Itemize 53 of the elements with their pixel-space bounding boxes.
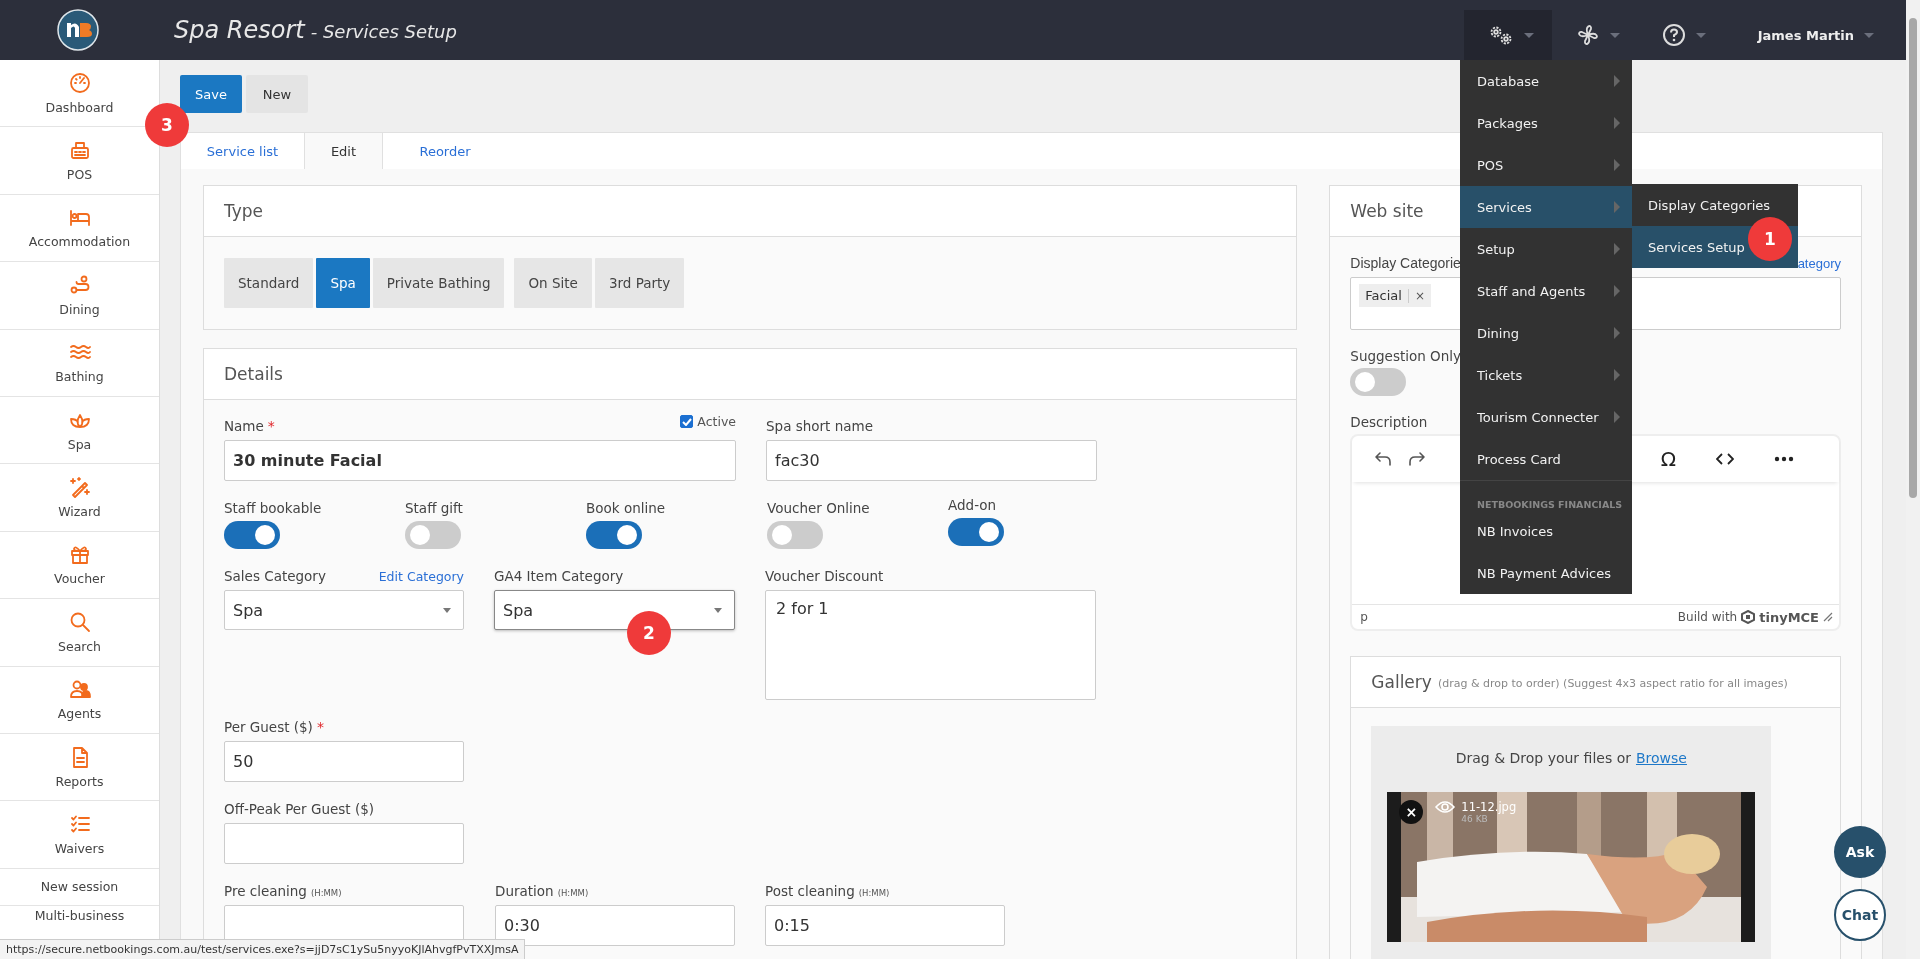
field-label: Duration xyxy=(495,883,554,899)
field-label: Post cleaning xyxy=(765,883,855,899)
drop-text: Drag & Drop your files or xyxy=(1455,750,1631,766)
field-label: Display Categorie xyxy=(1350,255,1461,271)
field-label: Name xyxy=(224,418,264,434)
field-label: Staff bookable xyxy=(224,500,323,516)
sidebar-label: Waivers xyxy=(54,841,105,856)
brand-name: tinyMCE xyxy=(1759,609,1819,625)
tag-label: Facial xyxy=(1365,288,1402,303)
panel-title: Details xyxy=(224,364,283,384)
field-label: Off-Peak Per Guest ($) xyxy=(224,801,375,817)
field-label: Description xyxy=(1350,414,1428,430)
page-title: - Services Setup xyxy=(310,21,457,42)
sidebar-label: POS xyxy=(66,167,93,183)
sidebar-label: Search xyxy=(58,638,101,654)
format-hint: (H:MM) xyxy=(310,888,342,898)
sidebar-label: Reports xyxy=(55,773,104,789)
field-label: Suggestion Only xyxy=(1350,348,1461,364)
sidebar-label: Bathing xyxy=(55,369,104,385)
file-size: 46 KB xyxy=(1461,814,1489,824)
sidebar-label: Dining xyxy=(59,301,100,317)
sidebar-label: Dashboard xyxy=(45,99,114,115)
app-title: Spa Resort xyxy=(174,16,305,44)
sidebar-label: Voucher xyxy=(54,571,105,587)
sidebar-label: Spa xyxy=(67,436,92,452)
credit-text: Build with xyxy=(1677,610,1738,624)
field-label: Voucher Online xyxy=(767,500,871,516)
field-label: Add-on xyxy=(948,497,998,513)
panel-title: Gallery xyxy=(1371,672,1432,692)
menu-section-header: NETBOOKINGS FINANCIALS xyxy=(1460,480,1632,510)
field-label: Voucher Discount xyxy=(765,568,884,584)
user-name: James Martin xyxy=(1757,27,1854,43)
sidebar-label: Agents xyxy=(57,706,102,722)
sidebar-label: Accommodation xyxy=(28,234,131,250)
format-hint: (H:MM) xyxy=(858,888,890,898)
field-label: Sales Category xyxy=(224,568,326,584)
field-label: Staff gift xyxy=(405,500,464,516)
panel-title: Web site xyxy=(1350,201,1424,221)
field-label: Per Guest ($) xyxy=(224,719,313,735)
element-path: p xyxy=(1360,610,1368,624)
required-mark: * xyxy=(267,418,275,434)
panel-hint: (drag & drop to order) (Suggest 4x3 aspect ratio for all images) xyxy=(1437,677,1788,690)
file-name: 11-12.jpg xyxy=(1461,800,1517,814)
panel-title: Type xyxy=(224,201,264,221)
field-label: Spa short name xyxy=(766,418,873,434)
field-label: Book online xyxy=(586,500,667,516)
checkbox-label: Active xyxy=(697,414,736,429)
status-url-tooltip: https://secure.netbookings.com.au/test/services.exe?s=jjD7sC1ySu5nyyoKJlAhvgfPvTXXJmsA xyxy=(0,939,526,959)
sidebar-label: Wizard xyxy=(58,504,101,520)
required-mark: * xyxy=(316,719,324,735)
field-label: Pre cleaning xyxy=(224,883,307,899)
field-label: GA4 Item Category xyxy=(494,568,624,584)
format-hint: (H:MM) xyxy=(557,888,589,898)
